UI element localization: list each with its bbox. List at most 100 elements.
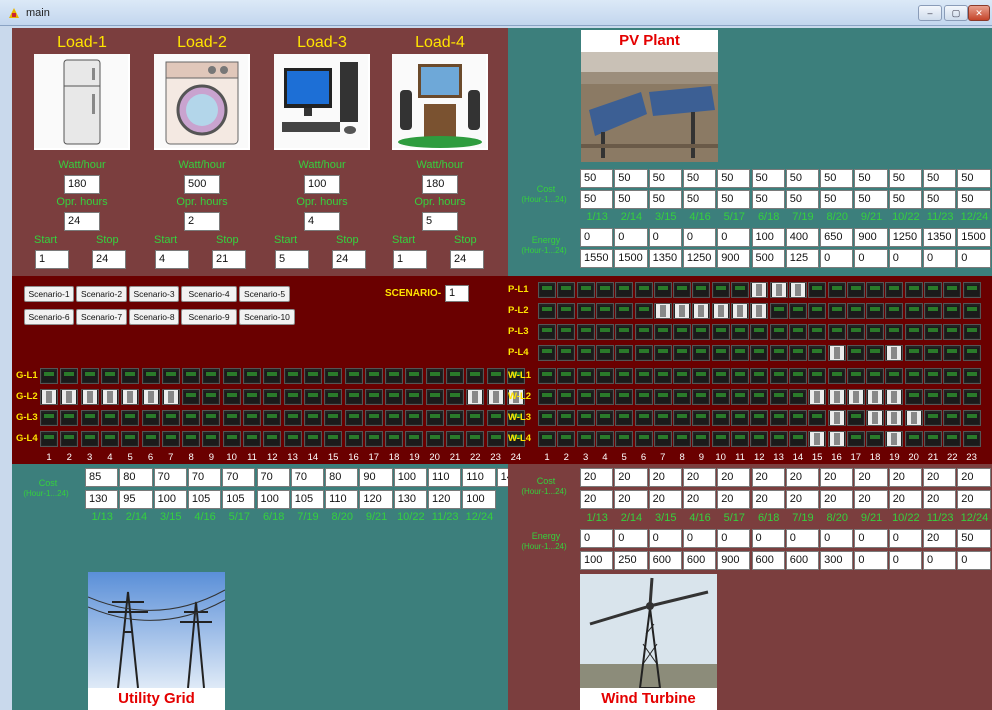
switch-toggle[interactable] (557, 345, 576, 361)
switch-toggle[interactable] (924, 345, 942, 361)
pv-cost-input[interactable]: 50 (785, 169, 820, 188)
switch-toggle[interactable] (60, 389, 79, 405)
switch-toggle[interactable] (866, 410, 885, 426)
switch-toggle[interactable] (731, 431, 749, 447)
switch-toggle[interactable] (486, 368, 505, 384)
switch-toggle[interactable] (141, 410, 160, 426)
switch-toggle[interactable] (711, 431, 730, 447)
switch-toggle[interactable] (576, 324, 595, 340)
switch-toggle[interactable] (692, 303, 711, 319)
switch-toggle[interactable] (222, 410, 241, 426)
switch-toggle[interactable] (673, 345, 692, 361)
opr-hours-input[interactable]: 5 (422, 212, 458, 231)
start-hour-input[interactable]: 1 (393, 250, 427, 269)
pv-energy-input[interactable]: 0 (717, 228, 751, 247)
switch-toggle[interactable] (769, 389, 788, 405)
grid-cost-input[interactable]: 70 (153, 468, 187, 487)
pv-cost-input[interactable]: 50 (717, 169, 751, 188)
grid-cost-input[interactable]: 130 (393, 490, 427, 509)
switch-toggle[interactable] (962, 431, 981, 447)
pv-energy-input[interactable]: 0 (580, 228, 614, 247)
switch-toggle[interactable] (653, 324, 672, 340)
switch-toggle[interactable] (653, 368, 672, 384)
switch-toggle[interactable] (557, 303, 576, 319)
switch-toggle[interactable] (885, 431, 904, 447)
switch-toggle[interactable] (344, 410, 363, 426)
switch-toggle[interactable] (615, 345, 634, 361)
switch-toggle[interactable] (576, 410, 595, 426)
wind-energy-input[interactable]: 0 (614, 529, 648, 548)
switch-toggle[interactable] (962, 324, 981, 340)
pv-energy-input[interactable]: 0 (614, 228, 648, 247)
switch-toggle[interactable] (303, 368, 322, 384)
wind-energy-input[interactable]: 300 (820, 551, 854, 570)
pv-energy-input[interactable]: 650 (820, 228, 854, 247)
switch-toggle[interactable] (80, 431, 99, 447)
switch-toggle[interactable] (673, 389, 692, 405)
pv-cost-input[interactable]: 50 (580, 190, 614, 209)
switch-toggle[interactable] (808, 410, 827, 426)
watt-hour-input[interactable]: 180 (64, 175, 100, 194)
switch-toggle[interactable] (846, 410, 865, 426)
switch-toggle[interactable] (673, 431, 692, 447)
pv-cost-input[interactable]: 50 (648, 190, 682, 209)
switch-toggle[interactable] (943, 410, 962, 426)
grid-cost-input[interactable]: 110 (428, 468, 462, 487)
stop-hour-input[interactable]: 24 (92, 250, 126, 269)
switch-toggle[interactable] (673, 410, 692, 426)
grid-cost-input[interactable]: 70 (290, 468, 325, 487)
switch-toggle[interactable] (653, 389, 672, 405)
switch-toggle[interactable] (904, 431, 923, 447)
wind-energy-input[interactable]: 0 (580, 529, 614, 548)
wind-energy-input[interactable]: 50 (957, 529, 991, 548)
switch-toggle[interactable] (846, 303, 865, 319)
switch-toggle[interactable] (538, 389, 556, 405)
wind-energy-input[interactable]: 0 (854, 551, 888, 570)
switch-toggle[interactable] (161, 368, 180, 384)
switch-toggle[interactable] (653, 282, 672, 298)
switch-toggle[interactable] (846, 368, 865, 384)
watt-hour-input[interactable]: 100 (304, 175, 340, 194)
switch-toggle[interactable] (962, 303, 981, 319)
switch-toggle[interactable] (80, 389, 99, 405)
grid-cost-input[interactable]: 100 (393, 468, 427, 487)
grid-cost-input[interactable]: 110 (325, 490, 359, 509)
wind-energy-input[interactable]: 20 (923, 529, 957, 548)
pv-energy-input[interactable]: 1350 (923, 228, 957, 247)
switch-toggle[interactable] (303, 410, 322, 426)
switch-toggle[interactable] (943, 431, 962, 447)
pv-cost-input[interactable]: 50 (820, 169, 854, 188)
switch-toggle[interactable] (846, 345, 865, 361)
switch-toggle[interactable] (808, 324, 827, 340)
switch-toggle[interactable] (750, 410, 769, 426)
switch-toggle[interactable] (866, 345, 885, 361)
switch-toggle[interactable] (324, 389, 343, 405)
switch-toggle[interactable] (283, 389, 302, 405)
switch-toggle[interactable] (750, 324, 769, 340)
switch-toggle[interactable] (673, 282, 692, 298)
switch-toggle[interactable] (673, 324, 692, 340)
switch-toggle[interactable] (788, 324, 807, 340)
switch-toggle[interactable] (731, 410, 749, 426)
wind-cost-input[interactable]: 20 (682, 490, 717, 509)
switch-toggle[interactable] (962, 410, 981, 426)
switch-toggle[interactable] (344, 368, 363, 384)
switch-toggle[interactable] (222, 368, 241, 384)
switch-toggle[interactable] (692, 282, 711, 298)
switch-toggle[interactable] (595, 410, 614, 426)
pv-cost-input[interactable]: 50 (888, 190, 922, 209)
pv-energy-input[interactable]: 1550 (580, 249, 614, 268)
switch-toggle[interactable] (904, 410, 923, 426)
switch-toggle[interactable] (364, 389, 383, 405)
switch-toggle[interactable] (100, 410, 119, 426)
grid-cost-input[interactable]: 120 (428, 490, 462, 509)
switch-toggle[interactable] (634, 345, 653, 361)
switch-toggle[interactable] (962, 345, 981, 361)
switch-toggle[interactable] (788, 389, 807, 405)
switch-toggle[interactable] (634, 303, 653, 319)
switch-toggle[interactable] (486, 410, 505, 426)
switch-toggle[interactable] (121, 389, 140, 405)
switch-toggle[interactable] (243, 431, 261, 447)
switch-toggle[interactable] (141, 368, 160, 384)
switch-toggle[interactable] (538, 368, 556, 384)
